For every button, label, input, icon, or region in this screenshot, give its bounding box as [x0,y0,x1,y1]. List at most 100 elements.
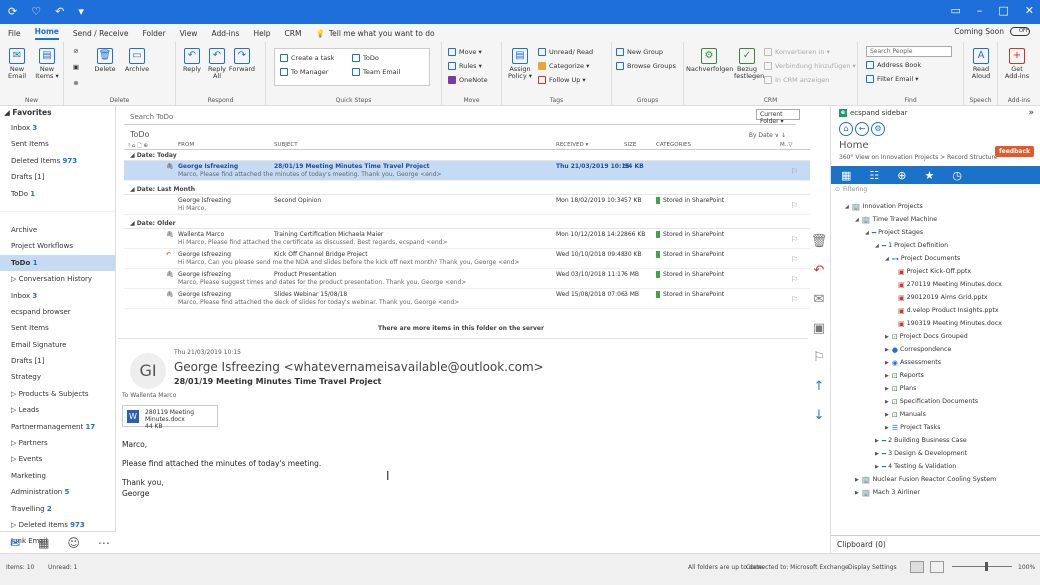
folder-item[interactable]: Inbox 3 [0,288,115,304]
favorites-header[interactable]: ◢ Favorites [0,106,115,120]
people-icon[interactable]: ☺ [67,536,80,550]
collapsed-icon[interactable]: ▶ [885,399,889,405]
tree-node[interactable]: ▶ ⊡ Project Docs Grouped [831,330,1037,343]
message-sender[interactable]: George Isfreezing <whatevernameisavailab… [174,360,544,374]
clipboard-bar[interactable]: Clipboard (0) [831,535,1040,553]
folder-item[interactable]: Archive [0,222,115,238]
tree-node[interactable]: ◢ 🏢 Time Travel Machine [831,213,1037,226]
tree-node[interactable]: ▶ ━ 3 Design & Development [831,447,1037,460]
expanded-icon[interactable]: ◢ [875,243,879,249]
collapsed-icon[interactable]: ▶ [875,438,879,444]
address-book-button[interactable]: Address Book [866,61,921,69]
mail-row[interactable]: 🖇 George Isfreezing 28/01/19 Meeting Minut… [124,161,810,181]
tree-node[interactable]: ▶ ● Correspondence [831,343,1037,356]
bezug-button[interactable]: ✓ Bezug festlegen [734,48,764,80]
heart-icon[interactable]: ♡ [31,5,41,18]
tree-node[interactable]: ▶ ⊡ Manuals [831,408,1037,421]
structure-icon[interactable]: ▦ [841,169,851,182]
close-icon[interactable]: ✕ [1025,4,1034,17]
col-subject[interactable]: SUBJECT [274,142,298,148]
calendar-icon[interactable]: ▦ [38,536,49,550]
verbindung-button[interactable]: Verbindung hinzufügen ▾ [764,62,856,70]
collapsed-icon[interactable]: ▶ [885,334,889,340]
collapsed-icon[interactable]: ▶ [855,490,859,496]
quickstep-to-manager[interactable]: To Manager [280,68,328,76]
collapsed-icon[interactable]: ▶ [875,451,879,457]
mail-row[interactable]: George Isfreezing Second Opinion Hi Marco,… [124,195,810,215]
maximize-icon[interactable]: □ [998,4,1008,17]
mail-row[interactable]: 🖇 Wallenta Marco Training Certification Mi… [124,229,810,249]
expanded-icon[interactable]: ◢ [845,204,849,210]
reply-button[interactable]: ↶ Reply [180,48,204,73]
forward-button[interactable]: ↷ Forward [228,48,256,73]
col-from[interactable]: FROM [178,142,194,148]
folder-item[interactable]: Marketing [0,468,115,484]
folder-item[interactable]: Strategy [0,369,115,385]
folder-item[interactable]: Email Signature [0,337,115,353]
tree-node[interactable]: ◢ 🏢 Innovation Projects [831,200,1037,213]
favorite-folder[interactable]: Sent Items [0,136,115,152]
menu-arrow-icon[interactable]: ▾ [78,5,84,18]
envelope-open-icon[interactable]: ✉ [808,292,830,321]
reply-icon[interactable]: ↶ [808,263,830,292]
konvertieren-button[interactable]: Konvertieren in ▾ [764,48,830,56]
follow-up-button[interactable]: Follow Up ▾ [538,76,586,84]
reading-view-icon[interactable] [930,561,944,573]
collapsed-icon[interactable]: ▶ [855,477,859,483]
folder-item[interactable]: ▷ Events [0,451,115,467]
tree-node[interactable]: ▶ ⊡ Reports [831,369,1037,382]
flag-icon[interactable]: ⚐ [791,295,798,304]
collapsed-icon[interactable]: ▶ [875,464,879,470]
move-to-folder-icon[interactable]: ▣ [808,321,830,350]
quickstep-create-task[interactable]: Create a task [280,54,334,62]
favorite-folder[interactable]: Inbox 3 [0,120,115,136]
feedback-button[interactable]: feedback [995,146,1034,157]
onenote-button[interactable]: OneNote [448,76,488,84]
tree-node[interactable]: ▣ 29012019 Aims Grid.pptx [831,291,1037,304]
folder-item[interactable]: Administration 5 [0,484,115,500]
cleanup-icon[interactable]: ▣ [70,64,82,71]
folder-item[interactable]: ▷ Partners [0,435,115,451]
col-received[interactable]: RECEIVED ▾ [556,142,588,148]
collapsed-icon[interactable]: ▶ [885,373,889,379]
browse-groups-button[interactable]: Browse Groups [616,62,676,70]
tree-node[interactable]: ▶ 🏢 Mach 3 Airliner [831,486,1037,499]
breadcrumb[interactable]: 360° View on Innovation Projects > Recor… [839,154,998,161]
nachverfolgen-button[interactable]: ⚙ Nachverfolgen [686,48,733,73]
message-recipients[interactable]: To Wallenta Marco [122,392,176,399]
tree-node[interactable]: ▣ 190319 Meeting Minutes.docx [831,317,1037,330]
group-older[interactable]: ◢ Date: Older [124,219,810,229]
tree-node[interactable]: ▶ ◉ Assessments [831,356,1037,369]
favorite-folder[interactable]: ToDo 1 [0,186,115,202]
menu-file[interactable]: File [8,29,21,38]
new-group-button[interactable]: New Group [616,48,663,56]
menu-help[interactable]: Help [253,29,270,38]
display-settings-button[interactable]: Display Settings [848,564,897,571]
attachment-item[interactable]: W 280119 Meeting Minutes.docx 44 KB [122,405,218,430]
folder-item[interactable]: Travelling 2 [0,501,115,517]
collapsed-icon[interactable]: ▶ [885,425,889,431]
folder-item[interactable]: ecspand browser [0,304,115,320]
tree-node[interactable]: ▣ d.velop Product Insights.pptx [831,304,1037,317]
crm-anzeigen-button[interactable]: In CRM anzeigen [764,76,829,84]
flag-icon[interactable]: ⚐ [791,235,798,244]
folder-item[interactable]: Project Workflows [0,238,115,254]
tree-node[interactable]: ▶ ━ 4 Testing & Validation [831,460,1037,473]
flag-icon[interactable]: ⚐ [791,255,798,264]
menu-view[interactable]: View [180,29,198,38]
zoom-slider[interactable] [952,566,1012,567]
more-icon[interactable]: ⋯ [98,536,110,550]
flag-icon[interactable]: ⚐ [791,275,798,284]
more-items-link[interactable]: There are more items in this folder on t… [118,325,804,332]
col-mentions[interactable]: M..▽ [780,142,792,148]
collapse-icon[interactable]: » [1028,108,1034,118]
search-people-input[interactable]: Search People [866,46,952,57]
unread-read-button[interactable]: Unread/ Read [538,48,593,56]
home-icon[interactable]: ⌂ [839,122,853,136]
menu-addins[interactable]: Add-ins [211,29,239,38]
col-size[interactable]: SIZE [624,142,636,148]
tree-node[interactable]: ▶ ━ 2 Building Business Case [831,434,1037,447]
delete-button[interactable]: 🗑 Delete [90,48,120,73]
folder-item[interactable]: ▷ Products & Subjects [0,386,115,402]
flag-icon[interactable]: ⚐ [808,350,830,379]
